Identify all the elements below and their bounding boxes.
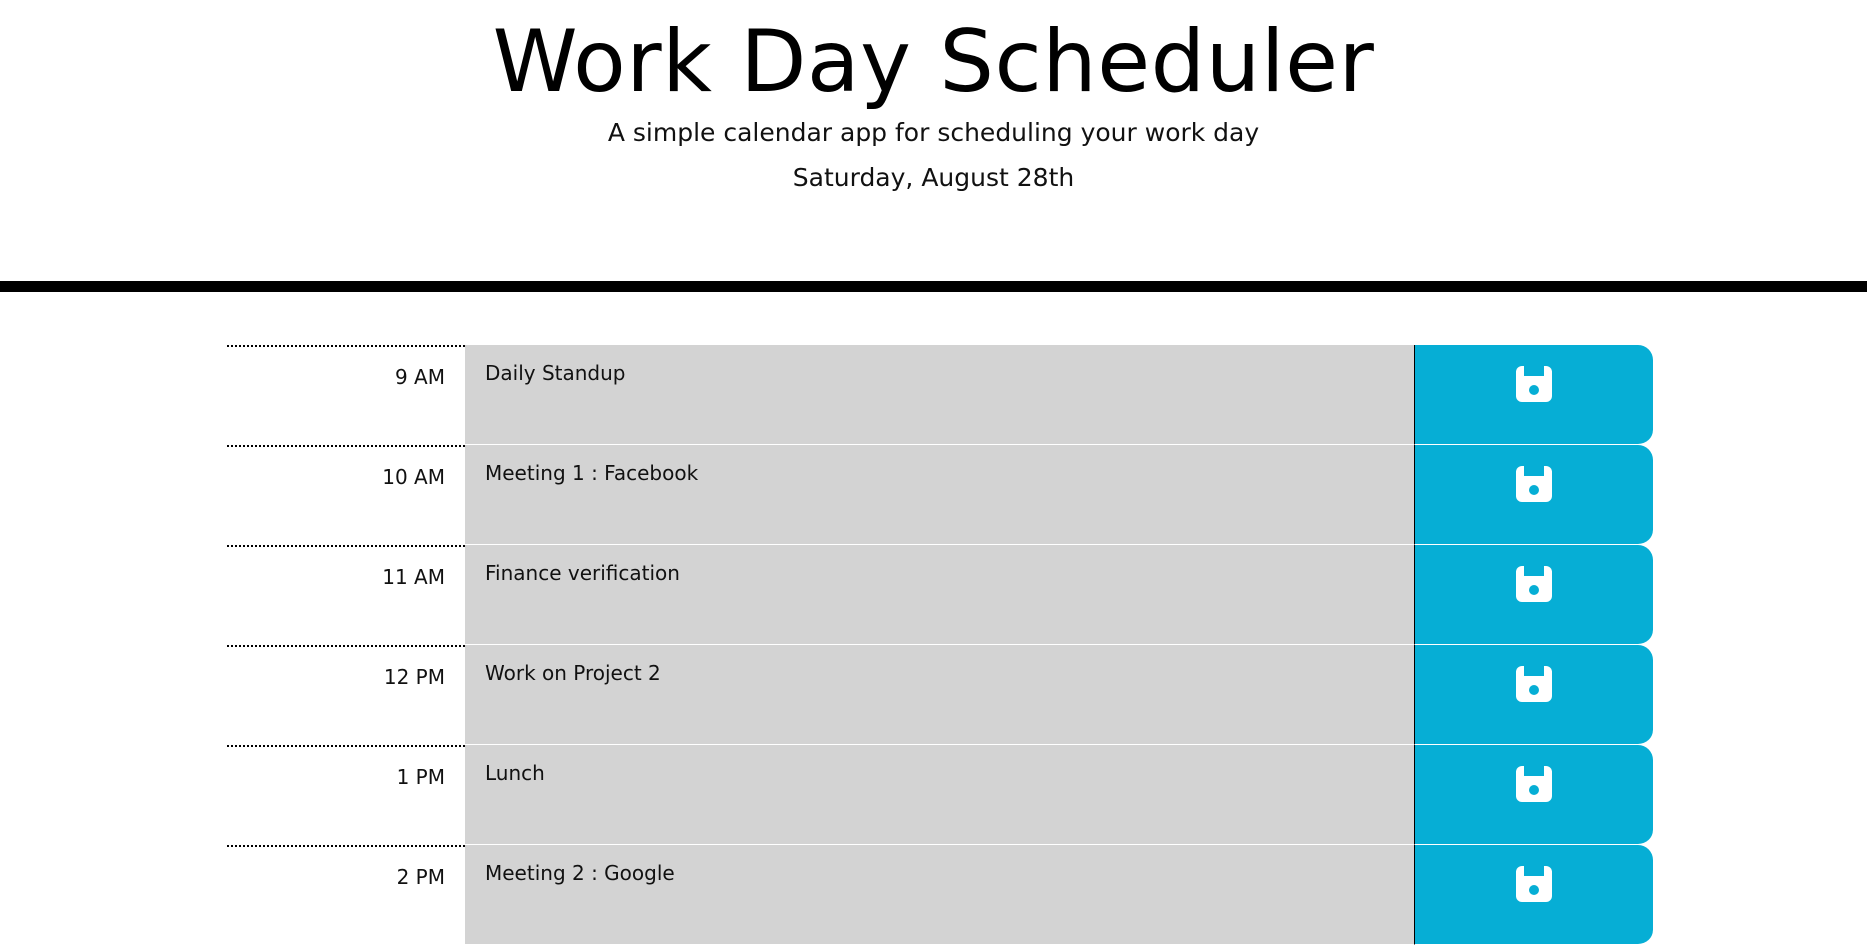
save-icon <box>1516 366 1552 402</box>
hour-label: 9 AM <box>227 345 465 445</box>
hour-label: 12 PM <box>227 645 465 745</box>
description-textarea[interactable]: Lunch <box>465 745 1415 845</box>
time-block: 2 PM Meeting 2 : Google <box>227 845 1653 945</box>
timeblock-container: 9 AM Daily Standup 10 AM Meeting 1 : Fac… <box>227 345 1653 945</box>
save-icon <box>1516 466 1552 502</box>
description-textarea[interactable]: Work on Project 2 <box>465 645 1415 745</box>
hour-label: 11 AM <box>227 545 465 645</box>
time-block: 12 PM Work on Project 2 <box>227 645 1653 745</box>
save-button[interactable] <box>1415 845 1653 945</box>
description-textarea[interactable]: Finance verification <box>465 545 1415 645</box>
save-button[interactable] <box>1415 545 1653 645</box>
description-textarea[interactable]: Daily Standup <box>465 345 1415 445</box>
page-title: Work Day Scheduler <box>492 12 1375 112</box>
save-icon <box>1516 766 1552 802</box>
save-icon <box>1516 866 1552 902</box>
save-button[interactable] <box>1415 745 1653 845</box>
description-textarea[interactable]: Meeting 1 : Facebook <box>465 445 1415 545</box>
header: Work Day Scheduler A simple calendar app… <box>0 0 1867 292</box>
save-icon <box>1516 666 1552 702</box>
current-day: Saturday, August 28th <box>792 163 1075 192</box>
time-block: 1 PM Lunch <box>227 745 1653 845</box>
time-block: 11 AM Finance verification <box>227 545 1653 645</box>
time-block: 10 AM Meeting 1 : Facebook <box>227 445 1653 545</box>
hour-label: 2 PM <box>227 845 465 945</box>
save-button[interactable] <box>1415 445 1653 545</box>
save-button[interactable] <box>1415 645 1653 745</box>
save-icon <box>1516 566 1552 602</box>
page-subtitle: A simple calendar app for scheduling you… <box>607 118 1260 147</box>
save-button[interactable] <box>1415 345 1653 445</box>
hour-label: 10 AM <box>227 445 465 545</box>
hour-label: 1 PM <box>227 745 465 845</box>
description-textarea[interactable]: Meeting 2 : Google <box>465 845 1415 945</box>
time-block: 9 AM Daily Standup <box>227 345 1653 445</box>
